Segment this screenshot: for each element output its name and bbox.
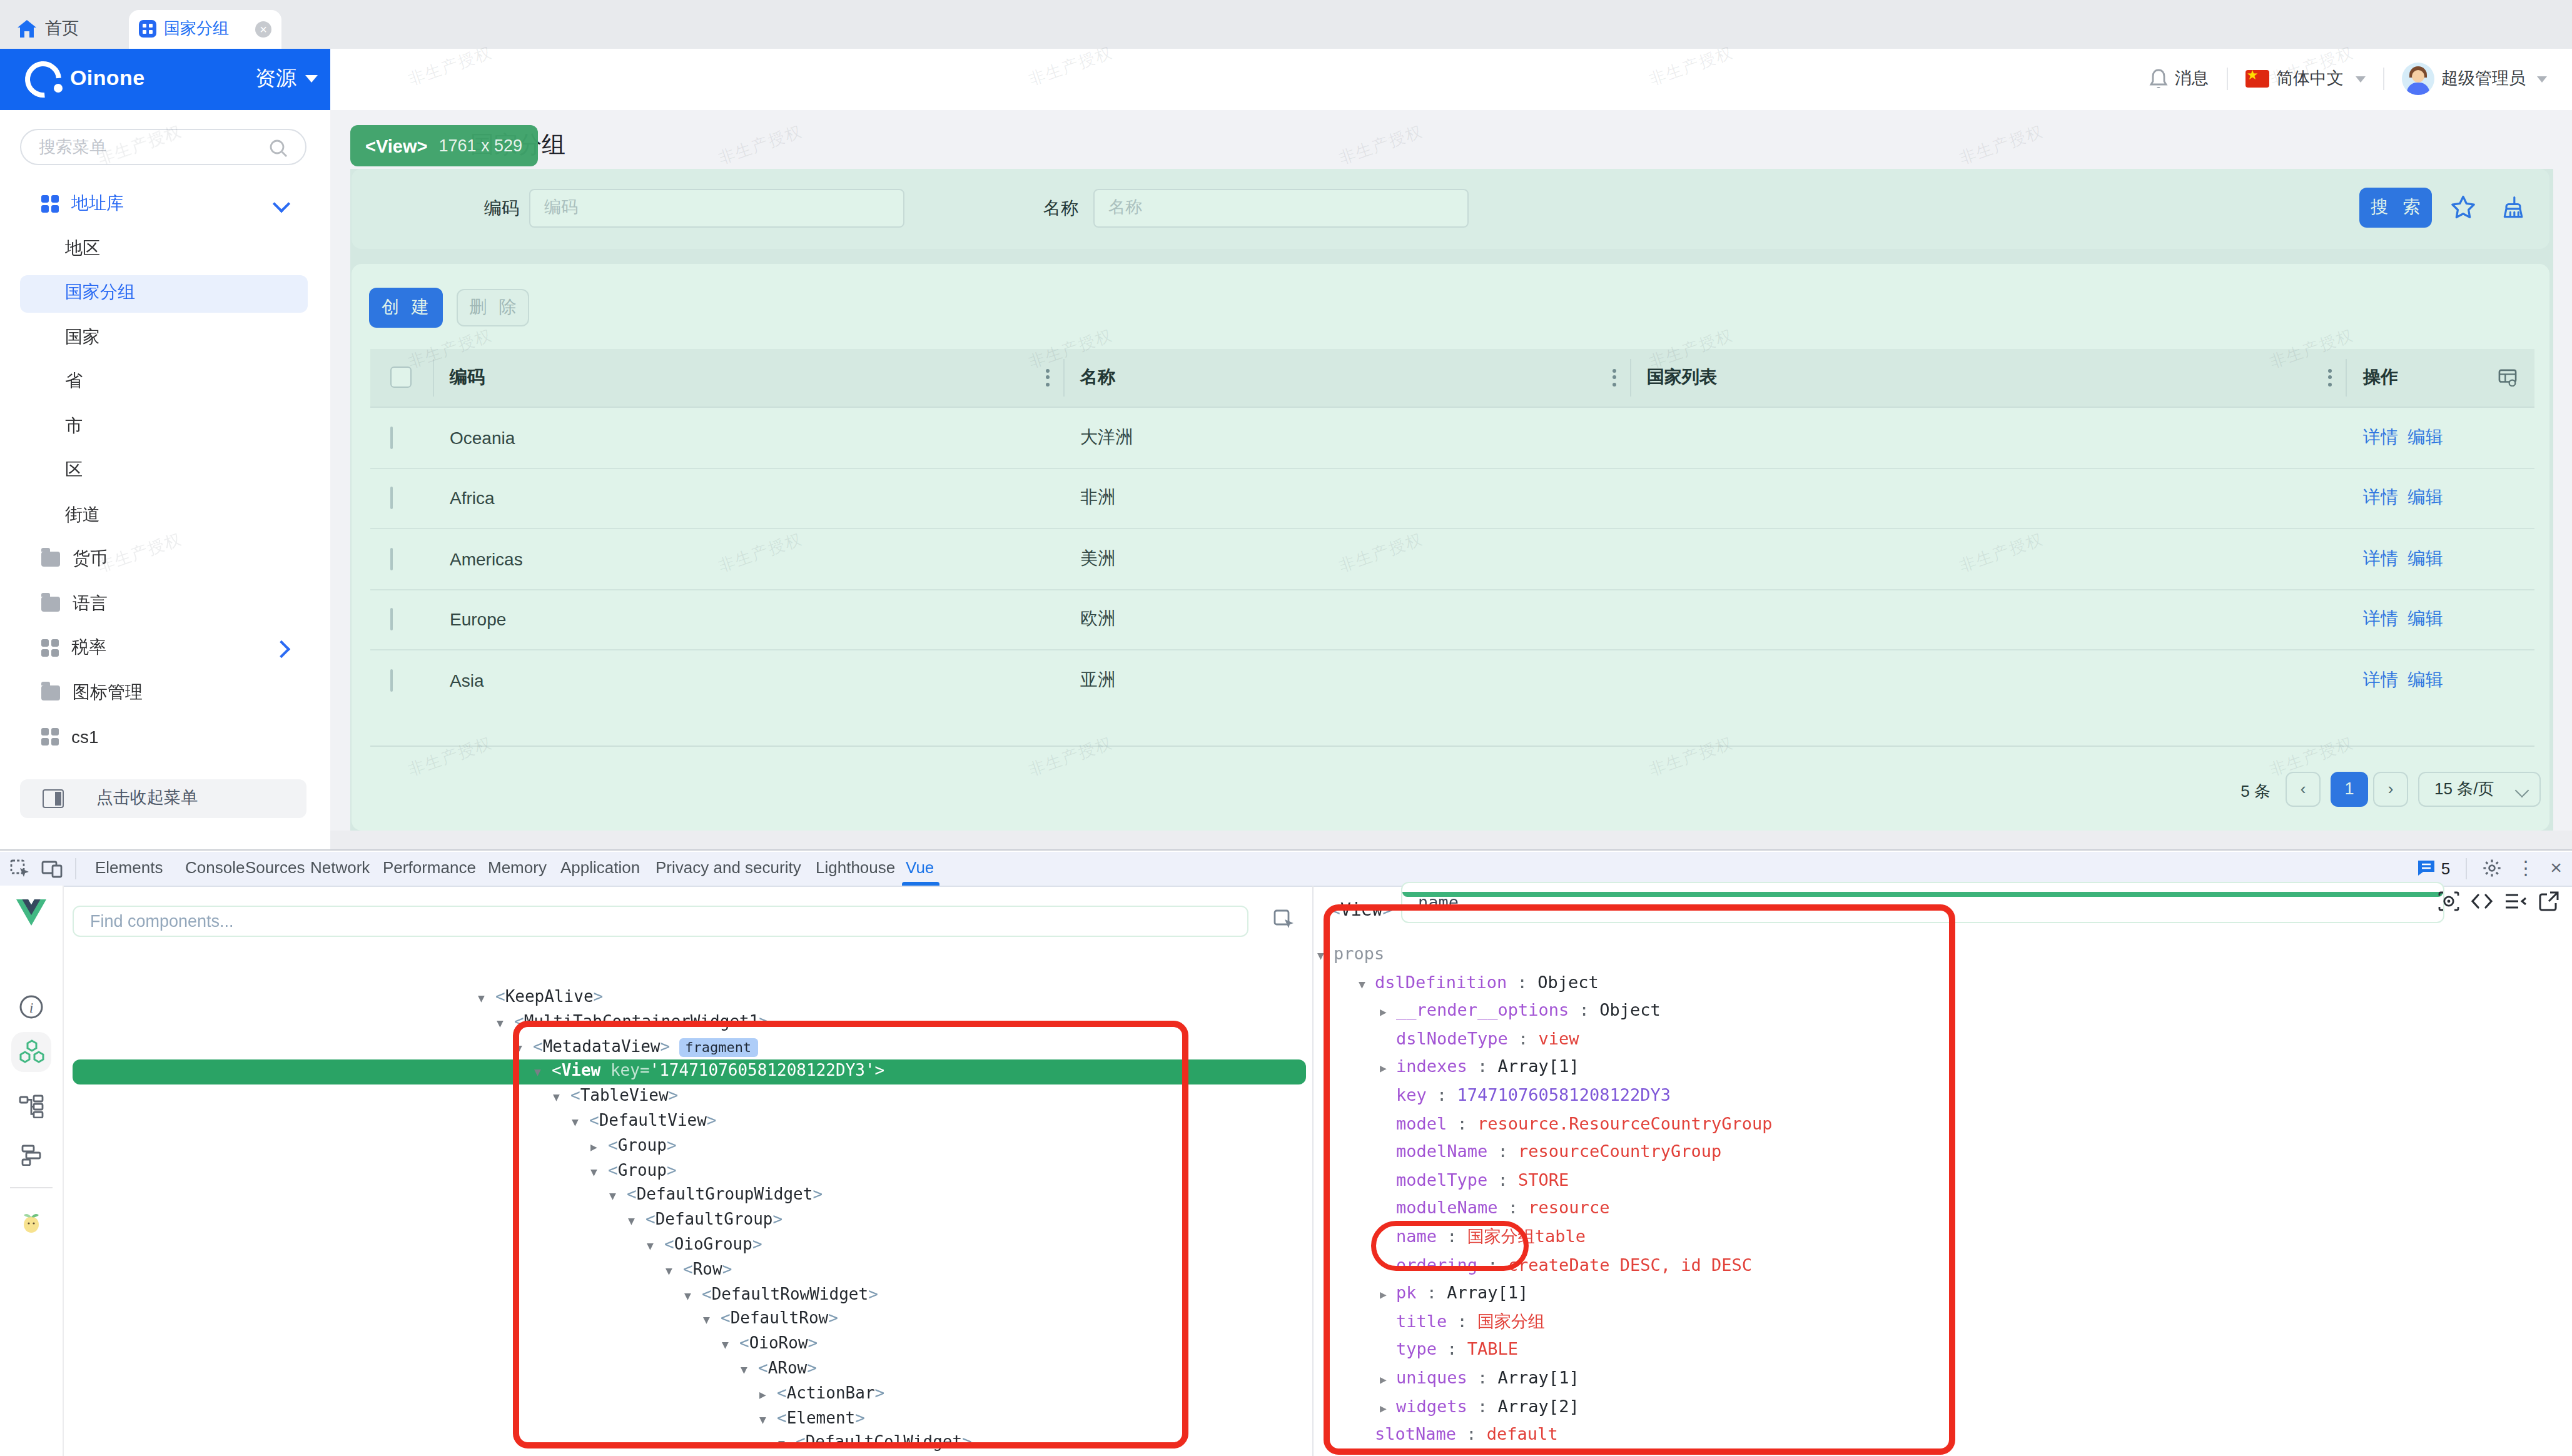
- user-menu[interactable]: 超级管理员: [2401, 63, 2547, 95]
- vue-routes-tab-icon[interactable]: [11, 1135, 51, 1175]
- console-messages-indicator[interactable]: 5: [2418, 859, 2450, 877]
- expand-list-icon[interactable]: [2504, 891, 2527, 912]
- inspect-dom-icon[interactable]: [2438, 891, 2459, 912]
- devtools-tab-vue[interactable]: Vue: [906, 852, 934, 884]
- devtools-tab-sources[interactable]: Sources: [245, 852, 305, 884]
- settings-gear-icon[interactable]: [2481, 858, 2501, 878]
- chevron-down-icon: [2537, 76, 2547, 82]
- devtools-tab-memory[interactable]: Memory: [488, 852, 547, 884]
- kebab-menu-icon[interactable]: ⋮: [2516, 857, 2535, 879]
- annotation-rect-tree: [513, 1021, 1188, 1448]
- browser-home-tab[interactable]: 首页: [18, 10, 79, 48]
- china-flag-icon: ★: [2245, 71, 2269, 88]
- sidebar-item-city[interactable]: 市: [0, 407, 330, 445]
- sidebar-item-region[interactable]: 地区: [0, 230, 330, 267]
- browser-active-tab[interactable]: 国家分组 ×: [129, 10, 281, 48]
- pinia-tab-icon[interactable]: [11, 1201, 51, 1241]
- device-toolbar-icon[interactable]: [41, 859, 63, 878]
- devtools-close-icon[interactable]: ×: [2550, 857, 2562, 879]
- sidebar-item-address-lib[interactable]: 地址库: [0, 185, 330, 223]
- folder-icon: [41, 596, 60, 611]
- collapse-menu-button[interactable]: 点击收起菜单: [20, 779, 306, 817]
- open-external-icon[interactable]: [2538, 891, 2559, 912]
- tab-close-icon[interactable]: ×: [255, 21, 271, 38]
- app-header-bar: 消息 ★ 简体中文 超级管理员: [330, 48, 2572, 111]
- devtools-tab-privacy[interactable]: Privacy and security: [656, 852, 801, 884]
- grid-icon: [41, 639, 59, 657]
- sidebar-item-tax-rate[interactable]: 税率: [0, 629, 330, 667]
- page-bottom-strip: [330, 830, 2572, 849]
- tab-favicon-icon: [139, 21, 156, 38]
- vue-panel-icon-strip: i: [0, 886, 63, 1456]
- grid-icon: [41, 728, 59, 746]
- chevron-down-icon: [305, 75, 318, 83]
- browser-tab-strip: 首页 国家分组 ×: [0, 0, 2572, 48]
- devtools: Elements Console Sources Network Perform…: [0, 849, 2572, 1456]
- vue-logo-icon: [16, 899, 46, 926]
- active-tab-label: 国家分组: [164, 18, 229, 41]
- annotation-rect-props: [1324, 904, 1955, 1455]
- svg-text:i: i: [29, 999, 34, 1016]
- messages-button[interactable]: 消息: [2149, 68, 2209, 90]
- sidebar-item-language[interactable]: 语言: [0, 585, 330, 622]
- inspect-tooltip: <View> 1761 x 529: [350, 125, 537, 166]
- avatar: [2401, 63, 2434, 95]
- sidebar-item-district[interactable]: 区: [0, 452, 330, 489]
- devtools-tab-lighthouse[interactable]: Lighthouse: [816, 852, 895, 884]
- chevron-down-icon: [2355, 76, 2365, 82]
- vue-timeline-tab-icon[interactable]: [11, 1086, 51, 1126]
- app-menu-dropdown[interactable]: 资源: [255, 65, 318, 93]
- sidebar-item-province[interactable]: 省: [0, 363, 330, 400]
- devtools-tab-console[interactable]: Console: [185, 852, 245, 884]
- grid-icon: [41, 195, 59, 213]
- vue-components-tab-icon[interactable]: [11, 1032, 51, 1072]
- sidebar-item-cs1[interactable]: cs1: [0, 718, 330, 756]
- chevron-right-icon: [273, 640, 290, 658]
- sidebar-item-icon-mgmt[interactable]: 图标管理: [0, 674, 330, 711]
- view-source-icon[interactable]: [2471, 891, 2493, 912]
- oinone-logo-icon: [18, 53, 69, 104]
- devtools-tab-elements[interactable]: Elements: [95, 852, 163, 884]
- collapse-panel-icon: [43, 789, 64, 807]
- home-icon: [18, 20, 36, 38]
- sidebar-item-street[interactable]: 街道: [0, 496, 330, 533]
- tree-node[interactable]: ▼<KeepAlive>: [478, 987, 603, 1006]
- annotation-circle-name: [1371, 1221, 1529, 1271]
- chevron-down-icon: [273, 195, 290, 213]
- logo-text: Oinone: [70, 66, 145, 91]
- sidebar-item-country[interactable]: 国家: [0, 318, 330, 356]
- vue-info-tab-icon[interactable]: i: [11, 987, 51, 1027]
- inspect-element-icon[interactable]: [10, 859, 30, 878]
- sidebar: 搜索菜单 地址库 地区 国家分组 国家 省 市 区 街道 货币 语言 税率 图标…: [0, 109, 332, 849]
- devtools-tab-application[interactable]: Application: [560, 852, 640, 884]
- folder-icon: [41, 685, 60, 700]
- devtools-tab-network[interactable]: Network: [310, 852, 370, 884]
- vue-inspect-overlay: [350, 168, 2553, 830]
- bell-icon: [2149, 69, 2167, 89]
- home-tab-label: 首页: [45, 18, 79, 40]
- folder-icon: [41, 552, 60, 567]
- sidebar-item-country-group[interactable]: 国家分组: [0, 274, 330, 311]
- search-icon: [269, 139, 288, 158]
- app-header-brand: Oinone 资源: [0, 48, 330, 109]
- chat-bubble-icon: [2418, 859, 2436, 877]
- devtools-tab-performance[interactable]: Performance: [383, 852, 476, 884]
